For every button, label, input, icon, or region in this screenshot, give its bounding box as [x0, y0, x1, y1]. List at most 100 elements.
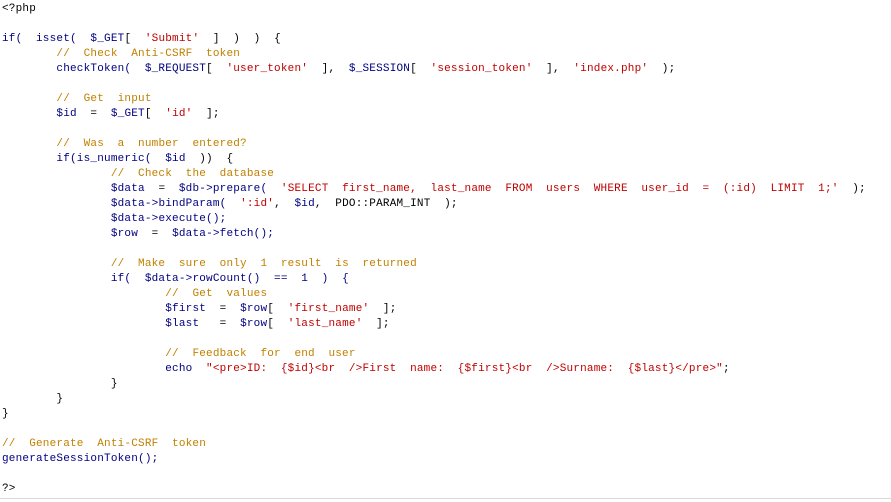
- code-line: // Make sure only 1 result is returned: [2, 257, 887, 272]
- code-token-op: =: [199, 318, 241, 330]
- code-line: $data->bindParam( ':id', $id, PDO::PARAM…: [2, 197, 887, 212]
- code-line: // Check the database: [2, 167, 887, 182]
- code-token-op: [: [144, 108, 166, 120]
- code-token-op: [: [267, 303, 288, 315]
- code-token-var: $data: [144, 273, 179, 285]
- code-token-op: ;: [722, 363, 730, 375]
- code-line: // Get input: [2, 92, 887, 107]
- code-token-op: <?php: [2, 3, 37, 15]
- code-line: echo "<pre>ID: {$id}<br />First name: {$…: [2, 362, 887, 377]
- code-token-op: =: [144, 183, 179, 195]
- code-token-var: $row: [240, 318, 268, 330]
- code-token-op: [2, 258, 111, 270]
- code-token-op: [2, 318, 165, 330]
- code-line: <?php: [2, 2, 887, 17]
- code-token-op: }: [2, 378, 118, 390]
- code-token-op: =: [76, 108, 111, 120]
- code-token-op: ],: [308, 63, 349, 75]
- code-token-fn: checkToken(: [2, 63, 145, 75]
- code-token-op: =: [138, 228, 173, 240]
- code-token-str: ':id': [240, 198, 275, 210]
- code-line: // Get values: [2, 287, 887, 302]
- code-token-op: ];: [362, 318, 390, 330]
- code-token-op: [2, 108, 56, 120]
- code-token-fn: if(: [2, 273, 145, 285]
- code-token-comment: // Check Anti-CSRF token: [56, 48, 241, 60]
- code-line: if( $data->rowCount() == 1 ) {: [2, 272, 887, 287]
- code-token-op: ?>: [2, 483, 16, 495]
- code-token-op: [2, 348, 165, 360]
- code-token-str: 'Submit': [144, 33, 200, 45]
- code-line: // Generate Anti-CSRF token: [2, 437, 887, 452]
- code-token-comment: // Check the database: [110, 168, 275, 180]
- code-line: }: [2, 407, 887, 422]
- code-token-op: [2, 183, 111, 195]
- code-token-str: 'session_token': [430, 63, 533, 75]
- code-token-op: );: [648, 63, 676, 75]
- code-token-str: 'first_name': [287, 303, 370, 315]
- code-token-fn: if( isset(: [2, 33, 91, 45]
- code-line: $data = $db->prepare( 'SELECT first_name…: [2, 182, 887, 197]
- code-token-var: $_GET: [90, 33, 125, 45]
- code-token-var: $last: [165, 318, 200, 330]
- code-editor[interactable]: <?php if( isset( $_GET[ 'Submit' ] ) ) {…: [2, 2, 887, 498]
- code-token-comment: // Get values: [165, 288, 268, 300]
- code-line: $id = $_GET[ 'id' ];: [2, 107, 887, 122]
- code-token-op: }: [2, 408, 9, 420]
- code-token-op: ] ) ) {: [199, 33, 281, 45]
- code-token-var: $row: [110, 228, 139, 240]
- code-token-var: $id: [294, 198, 315, 210]
- code-line: checkToken( $_REQUEST[ 'user_token' ], $…: [2, 62, 887, 77]
- code-token-op: );: [838, 183, 866, 195]
- code-token-str: 'id': [165, 108, 193, 120]
- code-token-op: [: [124, 33, 145, 45]
- code-line: if(is_numeric( $id )) {: [2, 152, 887, 167]
- code-token-comment: // Generate Anti-CSRF token: [2, 438, 207, 450]
- code-token-var: $row: [240, 303, 268, 315]
- code-token-op: =: [206, 303, 241, 315]
- code-line: // Check Anti-CSRF token: [2, 47, 887, 62]
- code-token-op: [2, 93, 56, 105]
- code-token-comment: // Feedback for end user: [165, 348, 356, 360]
- code-token-op: ];: [369, 303, 397, 315]
- code-line: $data->execute();: [2, 212, 887, 227]
- code-token-var: $first: [165, 303, 207, 315]
- code-token-op: [2, 198, 111, 210]
- code-token-op: [2, 213, 111, 225]
- code-line: generateSessionToken();: [2, 452, 887, 467]
- code-token-op: )) {: [185, 153, 234, 165]
- code-token-op: [: [206, 63, 227, 75]
- code-token-var: $data: [172, 228, 207, 240]
- code-token-fn: generateSessionToken();: [2, 453, 159, 465]
- code-token-var: $data: [110, 213, 145, 225]
- code-token-fn: if(is_numeric(: [2, 153, 166, 165]
- code-token-op: [2, 288, 165, 300]
- code-token-var: $db: [178, 183, 200, 195]
- code-token-str: "<pre>ID: {$id}<br />First name: {$first…: [206, 363, 723, 375]
- code-token-var: $_GET: [110, 108, 145, 120]
- code-token-str: 'last_name': [287, 318, 363, 330]
- code-token-fn: ->fetch();: [206, 228, 275, 240]
- code-line: $last = $row[ 'last_name' ];: [2, 317, 887, 332]
- code-line: $row = $data->fetch();: [2, 227, 887, 242]
- code-token-op: , PDO::PARAM_INT );: [314, 198, 458, 210]
- code-line: if( isset( $_GET[ 'Submit' ] ) ) {: [2, 32, 887, 47]
- code-token-op: ];: [192, 108, 220, 120]
- code-token-op: [: [410, 63, 431, 75]
- code-token-var: $_SESSION: [348, 63, 411, 75]
- code-line: $first = $row[ 'first_name' ];: [2, 302, 887, 317]
- code-token-fn: ->bindParam(: [144, 198, 241, 210]
- code-line: ?>: [2, 482, 887, 497]
- code-line: }: [2, 377, 887, 392]
- code-token-var: $id: [165, 153, 186, 165]
- code-token-var: $id: [56, 108, 77, 120]
- code-token-op: [2, 303, 165, 315]
- code-token-op: [2, 138, 56, 150]
- code-token-op: }: [2, 393, 64, 405]
